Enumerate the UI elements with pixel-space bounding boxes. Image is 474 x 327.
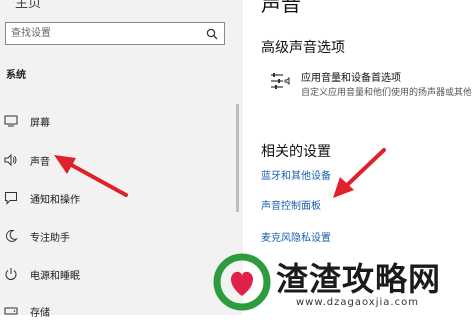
search-icon[interactable] (206, 28, 218, 40)
sound-control-panel-link[interactable]: 声音控制面板 (261, 197, 321, 212)
watermark-url: www.dzagaoxjia.com (296, 297, 419, 308)
moon-icon (5, 229, 18, 242)
related-settings-heading: 相关的设置 (261, 144, 331, 160)
app-volume-option-description: 自定义应用音量和他们使用的扬声器或其他设备。 (301, 88, 471, 98)
brand-logo (213, 253, 271, 311)
settings-sidebar: 主页 系统 屏幕 声音 通知和操作 专注助手 (0, 0, 243, 319)
sidebar-item-label: 屏幕 (30, 118, 50, 129)
storage-icon (4, 307, 18, 315)
page-title: 声音 (261, 0, 301, 16)
section-label-system: 系统 (6, 70, 26, 81)
sidebar-item-focus-assist[interactable]: 专注助手 (0, 222, 236, 252)
app-volume-option-title[interactable]: 应用音量和设备首选项 (301, 69, 401, 84)
power-icon (5, 268, 17, 280)
sidebar-item-display[interactable]: 屏幕 (0, 107, 236, 137)
microphone-privacy-link[interactable]: 麦克风隐私设置 (261, 229, 331, 244)
bluetooth-devices-link[interactable]: 蓝牙和其他设备 (261, 167, 331, 182)
notification-icon (5, 192, 17, 205)
sliders-icon[interactable] (269, 70, 291, 92)
sidebar-item-label: 存储 (30, 308, 50, 319)
search-box[interactable] (5, 22, 225, 45)
sidebar-item-label: 专注助手 (30, 233, 70, 244)
sidebar-item-notifications[interactable]: 通知和操作 (0, 184, 236, 214)
sidebar-item-power-sleep[interactable]: 电源和睡眠 (0, 260, 236, 290)
sidebar-item-sound[interactable]: 声音 (0, 146, 236, 176)
speaker-icon (4, 153, 17, 167)
advanced-sound-heading: 高级声音选项 (261, 40, 345, 56)
watermark-brand-text: 渣渣攻略网 (276, 260, 442, 298)
search-input[interactable] (11, 24, 191, 43)
sidebar-item-label: 通知和操作 (30, 195, 80, 206)
sidebar-item-storage[interactable]: 存储 (0, 297, 236, 327)
sidebar-scrollbar[interactable] (236, 104, 239, 212)
home-title[interactable]: 主页 (15, 0, 41, 11)
sidebar-item-label: 声音 (30, 157, 50, 168)
sidebar-item-label: 电源和睡眠 (30, 271, 80, 282)
monitor-icon (4, 115, 18, 127)
